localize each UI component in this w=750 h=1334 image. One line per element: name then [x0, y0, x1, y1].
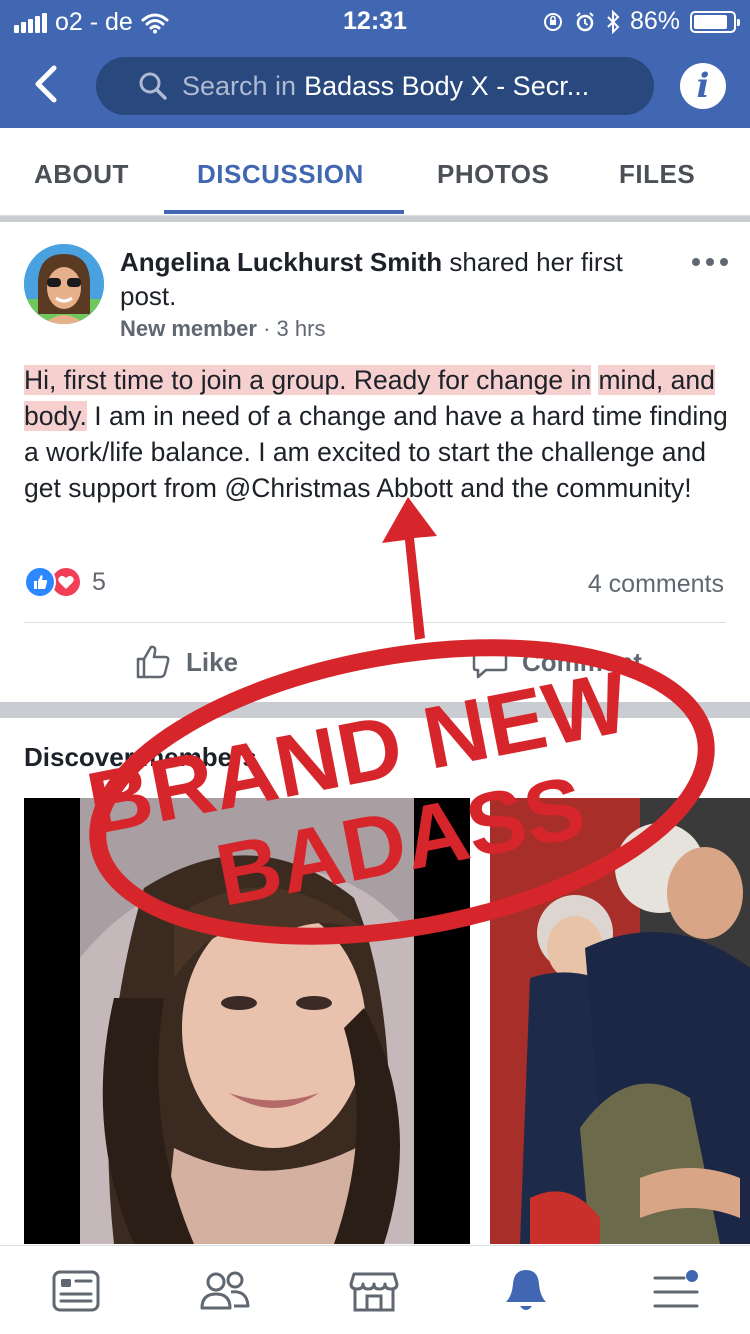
meta-separator: ·: [263, 316, 271, 341]
battery-icon: [690, 10, 740, 33]
status-bar: o2 - de 12:31 86%: [0, 0, 750, 40]
search-placeholder: Search in: [182, 70, 297, 101]
comment-count[interactable]: 4 comments: [588, 570, 724, 599]
group-tabs: ABOUT DISCUSSION PHOTOS FILES: [0, 128, 750, 216]
member-photo-2-image: [490, 798, 750, 1244]
chevron-left-icon: [35, 65, 57, 103]
member-badge: New member: [120, 316, 257, 341]
thumbs-up-icon: [136, 645, 170, 679]
battery-percent: 86%: [629, 7, 680, 35]
comment-icon: [472, 646, 508, 679]
news-feed-icon: [52, 1270, 100, 1312]
highlighted-text: Hi, first time to join a group. Ready fo…: [24, 365, 592, 395]
notifications-tab[interactable]: [500, 1266, 552, 1316]
avatar-image: [24, 244, 104, 324]
comment-button[interactable]: Comment: [470, 640, 642, 684]
alarm-icon: [576, 11, 594, 31]
avatar[interactable]: [24, 244, 104, 324]
menu-icon: [653, 1270, 699, 1308]
status-indicators: 86%: [542, 7, 740, 36]
group-search-input[interactable]: Search in Badass Body X - Secr...: [96, 57, 654, 115]
post-meta: New member · 3 hrs: [120, 316, 325, 342]
post-author-name[interactable]: Angelina Luckhurst Smith: [120, 247, 442, 277]
search-icon: [139, 72, 167, 100]
group-name: Badass Body X - Secr...: [304, 70, 590, 101]
rotation-lock-icon: [543, 12, 562, 31]
like-reaction-icon: [24, 566, 56, 598]
like-label: Like: [186, 646, 239, 677]
like-button[interactable]: Like: [134, 640, 238, 684]
post-body: Hi, first time to join a group. Ready fo…: [24, 362, 734, 506]
member-photo-2[interactable]: [490, 798, 750, 1244]
active-tab-indicator: [164, 210, 404, 214]
member-photo[interactable]: [24, 798, 470, 1244]
section-divider-2: [0, 702, 750, 718]
friends-tab[interactable]: [199, 1266, 251, 1316]
info-icon[interactable]: i: [680, 63, 726, 109]
comment-label: Comment: [522, 646, 642, 677]
section-divider: [0, 216, 750, 222]
reaction-count: 5: [92, 567, 106, 596]
reaction-summary[interactable]: 5: [24, 566, 106, 598]
top-bar: o2 - de 12:31 86% Search in Badass Body …: [0, 0, 750, 128]
more-options-icon[interactable]: [692, 258, 728, 270]
discover-members-title: Discover members: [24, 742, 257, 772]
bell-icon: [506, 1270, 546, 1310]
post-time[interactable]: 3 hrs: [277, 316, 326, 341]
member-photo-image: [24, 798, 470, 1244]
post-body-text: I am in need of a change and have a hard…: [24, 401, 728, 503]
tab-discussion[interactable]: DISCUSSION: [197, 128, 364, 216]
tab-about[interactable]: ABOUT: [34, 128, 129, 216]
marketplace-tab[interactable]: [348, 1266, 400, 1316]
menu-tab[interactable]: [650, 1266, 702, 1316]
bluetooth-icon: [607, 9, 620, 34]
news-feed-tab[interactable]: [50, 1266, 102, 1316]
bottom-tab-bar: [0, 1245, 750, 1334]
post-divider: [24, 622, 726, 623]
tab-photos[interactable]: PHOTOS: [437, 128, 549, 216]
tab-files[interactable]: FILES: [619, 128, 695, 216]
arrow-icon: [382, 497, 437, 640]
post-header: Angelina Luckhurst Smith shared her firs…: [120, 245, 640, 313]
friends-icon: [200, 1271, 250, 1310]
marketplace-icon: [349, 1272, 399, 1312]
back-button[interactable]: [26, 62, 66, 106]
